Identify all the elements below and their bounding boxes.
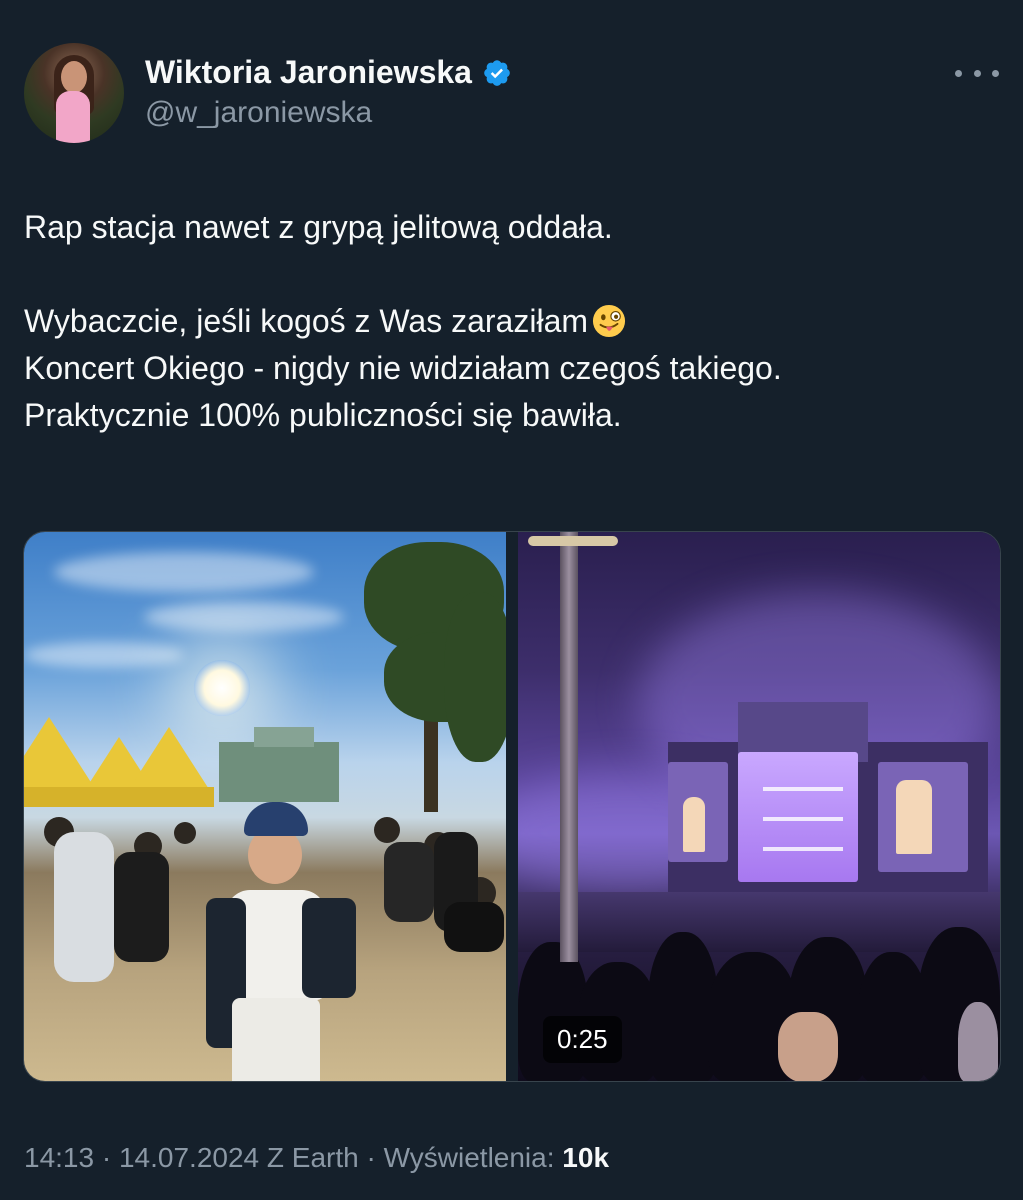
author-name-row[interactable]: Wiktoria Jaroniewska xyxy=(145,54,512,91)
author-name[interactable]: Wiktoria Jaroniewska xyxy=(145,54,472,91)
street-lamp xyxy=(560,532,578,962)
views-count[interactable]: 10k xyxy=(562,1142,609,1173)
tweet-date[interactable]: 14.07.2024 xyxy=(119,1142,259,1173)
person xyxy=(206,802,356,1081)
sun xyxy=(194,660,250,716)
more-options-button[interactable] xyxy=(955,58,999,88)
media-grid: 0:25 xyxy=(23,531,1001,1082)
tweet-text-line: Wybaczcie, jeśli kogoś z Was zaraziłam xyxy=(24,298,994,345)
tweet-source: Z Earth xyxy=(266,1142,359,1173)
winking-face-with-tongue-icon xyxy=(592,304,626,338)
tweet-text-line: Praktycznie 100% publiczności się bawiła… xyxy=(24,397,622,433)
tweet-text: Rap stacja nawet z grypą jelitową oddała… xyxy=(24,204,994,439)
more-horizontal-icon xyxy=(955,69,962,77)
concert-video-thumbnail[interactable] xyxy=(518,532,1000,1081)
tweet-text-line: Rap stacja nawet z grypą jelitową oddała… xyxy=(24,209,613,245)
views-label: Wyświetlenia: xyxy=(383,1142,555,1173)
tweet-time[interactable]: 14:13 xyxy=(24,1142,94,1173)
author-handle[interactable]: @w_jaroniewska xyxy=(145,96,372,130)
verified-badge-icon xyxy=(484,59,510,86)
tweet-card: Wiktoria Jaroniewska @w_jaroniewska Rap … xyxy=(0,0,1023,1200)
avatar[interactable] xyxy=(24,43,124,143)
tweet-meta: 14:13 · 14.07.2024 Z Earth · Wyświetleni… xyxy=(24,1142,610,1173)
festival-photo[interactable] xyxy=(24,532,506,1081)
video-duration-badge: 0:25 xyxy=(543,1016,622,1063)
tweet-text-line: Koncert Okiego - nigdy nie widziałam cze… xyxy=(24,350,782,386)
